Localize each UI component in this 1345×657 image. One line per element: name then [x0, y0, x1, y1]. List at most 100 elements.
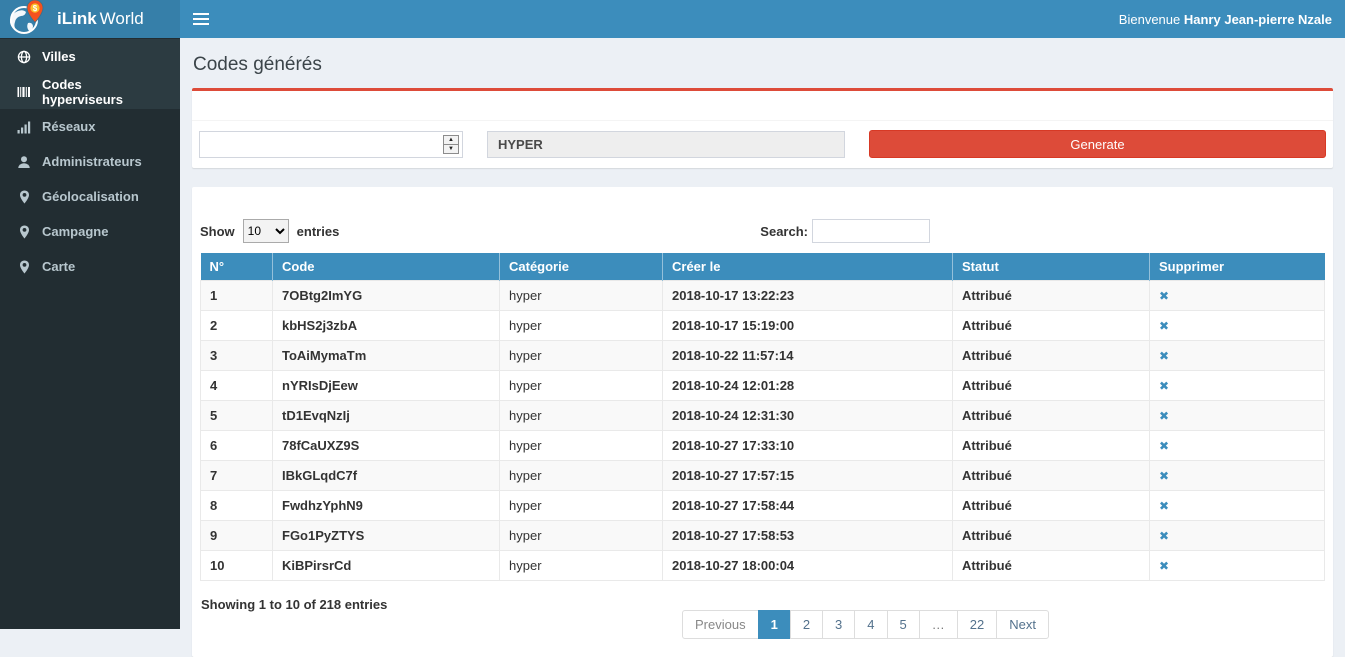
brand-logo[interactable]: $ iLinkWorld — [0, 0, 180, 38]
table-row: 7IBkGLqdC7fhyper2018-10-27 17:57:15Attri… — [201, 461, 1325, 491]
cell-num: 1 — [201, 281, 273, 311]
sidebar-item-administrateurs[interactable]: Administrateurs — [0, 144, 180, 179]
search-input[interactable] — [812, 219, 930, 243]
column-header-4[interactable]: Statut — [953, 253, 1150, 281]
delete-icon[interactable]: ✖ — [1159, 439, 1169, 453]
cell-num: 7 — [201, 461, 273, 491]
delete-icon[interactable]: ✖ — [1159, 409, 1169, 423]
user-name: Hanry Jean-pierre Nzale — [1184, 12, 1332, 27]
sidebar-item-villes[interactable]: Villes — [0, 39, 180, 74]
cell-code: kbHS2j3zbA — [273, 311, 500, 341]
table-row: 17OBtg2ImYGhyper2018-10-17 13:22:23Attri… — [201, 281, 1325, 311]
cell-status: Attribué — [953, 401, 1150, 431]
pagination-ellipsis: … — [919, 610, 958, 639]
column-header-2[interactable]: Catégorie — [500, 253, 663, 281]
table-row: 8FwdhzYphN9hyper2018-10-27 17:58:44Attri… — [201, 491, 1325, 521]
cell-status: Attribué — [953, 551, 1150, 581]
table-row: 9FGo1PyZTYShyper2018-10-27 17:58:53Attri… — [201, 521, 1325, 551]
quantity-input[interactable] — [199, 131, 463, 158]
cell-supprimer: ✖ — [1150, 341, 1325, 371]
map-marker-icon — [14, 190, 34, 204]
cell-supprimer: ✖ — [1150, 311, 1325, 341]
box-header — [192, 91, 1333, 121]
pagination-previous[interactable]: Previous — [682, 610, 759, 639]
cell-num: 4 — [201, 371, 273, 401]
sidebar-item-reseaux[interactable]: Réseaux — [0, 109, 180, 144]
page-length-select[interactable]: 10 — [243, 219, 289, 243]
sidebar-item-label: Administrateurs — [42, 154, 142, 169]
column-header-5[interactable]: Supprimer — [1150, 253, 1325, 281]
pagination-page-3[interactable]: 3 — [822, 610, 855, 639]
quantity-stepper: ▲ ▼ — [443, 135, 459, 154]
cell-code: 78fCaUXZ9S — [273, 431, 500, 461]
cell-code: 7OBtg2ImYG — [273, 281, 500, 311]
user-menu[interactable]: Bienvenue Hanry Jean-pierre Nzale — [1119, 12, 1332, 27]
sidebar-item-geolocalisation[interactable]: Géolocalisation — [0, 179, 180, 214]
cell-supprimer: ✖ — [1150, 431, 1325, 461]
sidebar-item-label: Géolocalisation — [42, 189, 139, 204]
cell-code: IBkGLqdC7f — [273, 461, 500, 491]
cell-category: hyper — [500, 551, 663, 581]
category-field: HYPER — [487, 131, 845, 158]
column-header-3[interactable]: Créer le — [663, 253, 953, 281]
delete-icon[interactable]: ✖ — [1159, 559, 1169, 573]
cell-created: 2018-10-27 17:33:10 — [663, 431, 953, 461]
entries-info: Showing 1 to 10 of 218 entries — [201, 597, 387, 612]
delete-icon[interactable]: ✖ — [1159, 499, 1169, 513]
code-generation-box: ▲ ▼ HYPER Generate — [192, 88, 1333, 168]
cell-code: tD1EvqNzIj — [273, 401, 500, 431]
delete-icon[interactable]: ✖ — [1159, 529, 1169, 543]
cell-num: 8 — [201, 491, 273, 521]
cell-supprimer: ✖ — [1150, 521, 1325, 551]
cell-category: hyper — [500, 461, 663, 491]
cell-category: hyper — [500, 371, 663, 401]
page-title: Codes générés — [192, 51, 1333, 88]
table-row: 4nYRIsDjEewhyper2018-10-24 12:01:28Attri… — [201, 371, 1325, 401]
pagination-page-22[interactable]: 22 — [957, 610, 997, 639]
sidebar-item-carte[interactable]: Carte — [0, 249, 180, 284]
sidebar-toggle-icon[interactable] — [193, 7, 209, 31]
cell-num: 2 — [201, 311, 273, 341]
codes-table: N°CodeCatégorieCréer leStatutSupprimer 1… — [200, 253, 1325, 581]
cell-code: nYRIsDjEew — [273, 371, 500, 401]
table-row: 10KiBPirsrCdhyper2018-10-27 18:00:04Attr… — [201, 551, 1325, 581]
pagination-page-5[interactable]: 5 — [887, 610, 920, 639]
sidebar-item-campagne[interactable]: Campagne — [0, 214, 180, 249]
app-title: iLinkWorld — [57, 9, 144, 29]
generate-button[interactable]: Generate — [869, 130, 1326, 158]
cell-category: hyper — [500, 521, 663, 551]
column-header-0[interactable]: N° — [201, 253, 273, 281]
sidebar-item-label: Campagne — [42, 224, 108, 239]
cell-supprimer: ✖ — [1150, 491, 1325, 521]
delete-icon[interactable]: ✖ — [1159, 349, 1169, 363]
cell-code: ToAiMymaTm — [273, 341, 500, 371]
cell-status: Attribué — [953, 461, 1150, 491]
delete-icon[interactable]: ✖ — [1159, 289, 1169, 303]
table-row: 5tD1EvqNzIjhyper2018-10-24 12:31:30Attri… — [201, 401, 1325, 431]
delete-icon[interactable]: ✖ — [1159, 319, 1169, 333]
pagination-page-1[interactable]: 1 — [758, 610, 791, 639]
signal-bars-icon — [14, 120, 34, 134]
column-header-1[interactable]: Code — [273, 253, 500, 281]
table-row: 678fCaUXZ9Shyper2018-10-27 17:33:10Attri… — [201, 431, 1325, 461]
stepper-down-icon[interactable]: ▼ — [444, 145, 458, 153]
sidebar-item-codes-hyperviseurs[interactable]: Codes hyperviseurs — [0, 74, 180, 109]
sidebar-item-label: Codes hyperviseurs — [42, 77, 166, 107]
sidebar-item-label: Réseaux — [42, 119, 95, 134]
stepper-up-icon[interactable]: ▲ — [444, 136, 458, 145]
pagination-page-4[interactable]: 4 — [854, 610, 887, 639]
search-label: Search: — [760, 224, 808, 239]
sidebar-item-label: Carte — [42, 259, 75, 274]
cell-num: 10 — [201, 551, 273, 581]
cell-category: hyper — [500, 341, 663, 371]
delete-icon[interactable]: ✖ — [1159, 379, 1169, 393]
pagination-next[interactable]: Next — [996, 610, 1049, 639]
cell-created: 2018-10-17 13:22:23 — [663, 281, 953, 311]
pagination: Previous12345…22Next — [682, 610, 1049, 639]
pagination-page-2[interactable]: 2 — [790, 610, 823, 639]
globe-pin-logo-icon: $ — [8, 0, 48, 39]
cell-num: 6 — [201, 431, 273, 461]
delete-icon[interactable]: ✖ — [1159, 469, 1169, 483]
cell-created: 2018-10-27 17:58:44 — [663, 491, 953, 521]
cell-category: hyper — [500, 401, 663, 431]
